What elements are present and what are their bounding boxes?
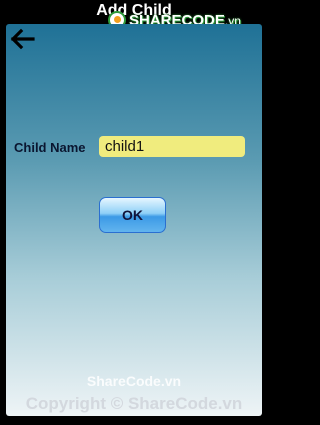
- ok-button[interactable]: OK: [99, 197, 166, 233]
- child-name-input[interactable]: [99, 136, 245, 157]
- back-button[interactable]: [10, 28, 38, 52]
- child-name-label: Child Name: [14, 140, 86, 155]
- arrow-left-icon: [10, 28, 35, 50]
- watermark-copyright: Copyright © ShareCode.vn: [25, 394, 243, 413]
- watermark-site: ShareCode.vn: [86, 373, 182, 389]
- form-card: Child Name OK: [6, 24, 262, 416]
